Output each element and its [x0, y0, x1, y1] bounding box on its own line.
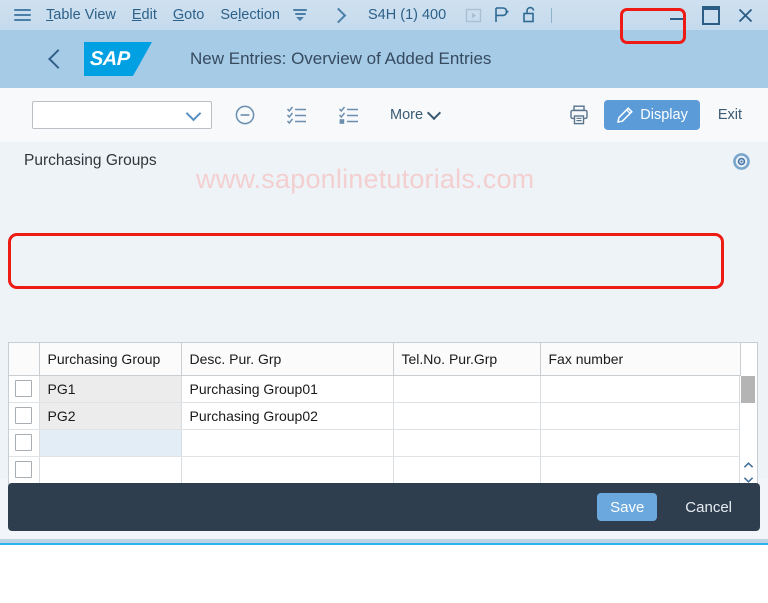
deselect-all-icon[interactable]: [330, 96, 368, 134]
menu-item-goto[interactable]: Goto: [165, 0, 212, 30]
row-select-cell[interactable]: [9, 375, 40, 403]
parked-document-icon[interactable]: [488, 2, 514, 28]
row-checkbox[interactable]: [15, 407, 33, 425]
more-menu-icon[interactable]: [288, 0, 312, 30]
cell-purchasing-group[interactable]: PG2: [39, 402, 182, 430]
unlocked-padlock-icon[interactable]: [516, 2, 542, 28]
back-button[interactable]: [36, 39, 76, 79]
cell-purchasing-group-active[interactable]: [39, 429, 182, 457]
entries-grid: Purchasing Group Desc. Pur. Grp Tel.No. …: [9, 343, 741, 484]
action-footer-bar: Save Cancel: [8, 483, 760, 531]
chevron-down-icon: [185, 105, 202, 121]
row-checkbox[interactable]: [15, 434, 33, 452]
menu-label-table-view: able View: [53, 7, 116, 23]
table-view-selector[interactable]: [32, 101, 212, 129]
hamburger-menu-icon[interactable]: [6, 0, 38, 30]
delete-row-icon[interactable]: [226, 96, 264, 134]
column-header-purchasing-group[interactable]: Purchasing Group: [39, 343, 182, 376]
cell-fax[interactable]: [540, 429, 741, 457]
cell-description[interactable]: [181, 429, 394, 457]
row-select-cell[interactable]: [9, 402, 40, 430]
column-header-fax[interactable]: Fax number: [540, 343, 741, 376]
scroll-up-icon[interactable]: [740, 458, 756, 472]
row-checkbox[interactable]: [15, 380, 33, 398]
toolbar-right-group: Display Exit: [560, 96, 754, 134]
column-header-description[interactable]: Desc. Pur. Grp: [181, 343, 394, 376]
content-area: Purchasing Groups Purchasing Group Desc.…: [0, 142, 768, 588]
cell-purchasing-group[interactable]: [39, 456, 182, 484]
column-header-select: [9, 343, 40, 376]
display-change-button[interactable]: Display: [604, 100, 700, 130]
cell-description[interactable]: Purchasing Group01: [181, 375, 394, 403]
vertical-scrollbar-thumb[interactable]: [741, 376, 755, 403]
column-header-telephone[interactable]: Tel.No. Pur.Grp: [393, 343, 541, 376]
chevron-down-icon: [426, 105, 442, 121]
menu-bar: Table View Edit Goto Selection S4H (1) 4…: [0, 0, 768, 30]
display-change-icon: [617, 107, 634, 123]
display-change-label: Display: [640, 107, 688, 123]
menu-item-selection[interactable]: Selection: [212, 0, 288, 30]
maximize-icon[interactable]: [696, 1, 726, 29]
menu-label-selection: ection: [241, 7, 280, 23]
command-field-icon[interactable]: [460, 2, 486, 28]
close-icon[interactable]: [730, 1, 760, 29]
table-row[interactable]: [9, 429, 741, 457]
cell-description[interactable]: [181, 456, 394, 484]
row-checkbox[interactable]: [15, 461, 33, 479]
cancel-button[interactable]: Cancel: [671, 499, 746, 516]
menu-label-edit: dit: [141, 7, 157, 23]
system-icon-group: [460, 2, 559, 28]
cell-telephone[interactable]: [393, 375, 541, 403]
section-header: Purchasing Groups: [0, 142, 768, 180]
system-id-label: S4H (1) 400: [368, 7, 447, 23]
page-title: New Entries: Overview of Added Entries: [190, 49, 492, 68]
table-header-row: Purchasing Group Desc. Pur. Grp Tel.No. …: [9, 343, 741, 376]
page-background-below: [0, 545, 768, 603]
application-toolbar: More Display Exit: [0, 88, 768, 143]
cell-telephone[interactable]: [393, 429, 541, 457]
table-row[interactable]: PG2 Purchasing Group02: [9, 402, 741, 430]
shell-bar: SAP New Entries: Overview of Added Entri…: [0, 30, 768, 88]
save-button[interactable]: Save: [597, 493, 658, 521]
vertical-scroll-buttons: [740, 458, 756, 486]
table-row[interactable]: [9, 456, 741, 484]
chevron-left-icon: [48, 49, 68, 69]
minimize-icon[interactable]: [662, 1, 692, 29]
cell-fax[interactable]: [540, 402, 741, 430]
more-button[interactable]: More: [390, 105, 442, 123]
cell-description[interactable]: Purchasing Group02: [181, 402, 394, 430]
row-select-cell[interactable]: [9, 429, 40, 457]
chevron-right-icon[interactable]: [326, 0, 350, 30]
cell-purchasing-group[interactable]: PG1: [39, 375, 182, 403]
cell-telephone[interactable]: [393, 402, 541, 430]
sap-logo-text: SAP: [89, 47, 131, 70]
menu-item-table-view[interactable]: Table View: [38, 0, 124, 30]
toolbar-divider: [551, 7, 553, 23]
gear-icon[interactable]: [728, 148, 754, 174]
menu-label-goto: oto: [184, 7, 205, 23]
table-row[interactable]: PG1 Purchasing Group01: [9, 375, 741, 403]
more-button-label: More: [390, 107, 424, 123]
exit-button[interactable]: Exit: [706, 107, 754, 123]
section-title: Purchasing Groups: [24, 152, 157, 169]
sap-gui-window: Table View Edit Goto Selection S4H (1) 4…: [0, 0, 768, 603]
cell-fax[interactable]: [540, 375, 741, 403]
row-select-cell[interactable]: [9, 456, 40, 484]
cell-fax[interactable]: [540, 456, 741, 484]
menu-item-edit[interactable]: Edit: [124, 0, 165, 30]
window-controls: [662, 1, 760, 29]
entries-table: Purchasing Group Desc. Pur. Grp Tel.No. …: [8, 342, 758, 505]
cell-telephone[interactable]: [393, 456, 541, 484]
select-all-icon[interactable]: [278, 96, 316, 134]
table-vertical-scrollbar[interactable]: [739, 376, 756, 486]
printer-icon[interactable]: [560, 96, 598, 134]
sap-logo: SAP: [84, 42, 152, 76]
